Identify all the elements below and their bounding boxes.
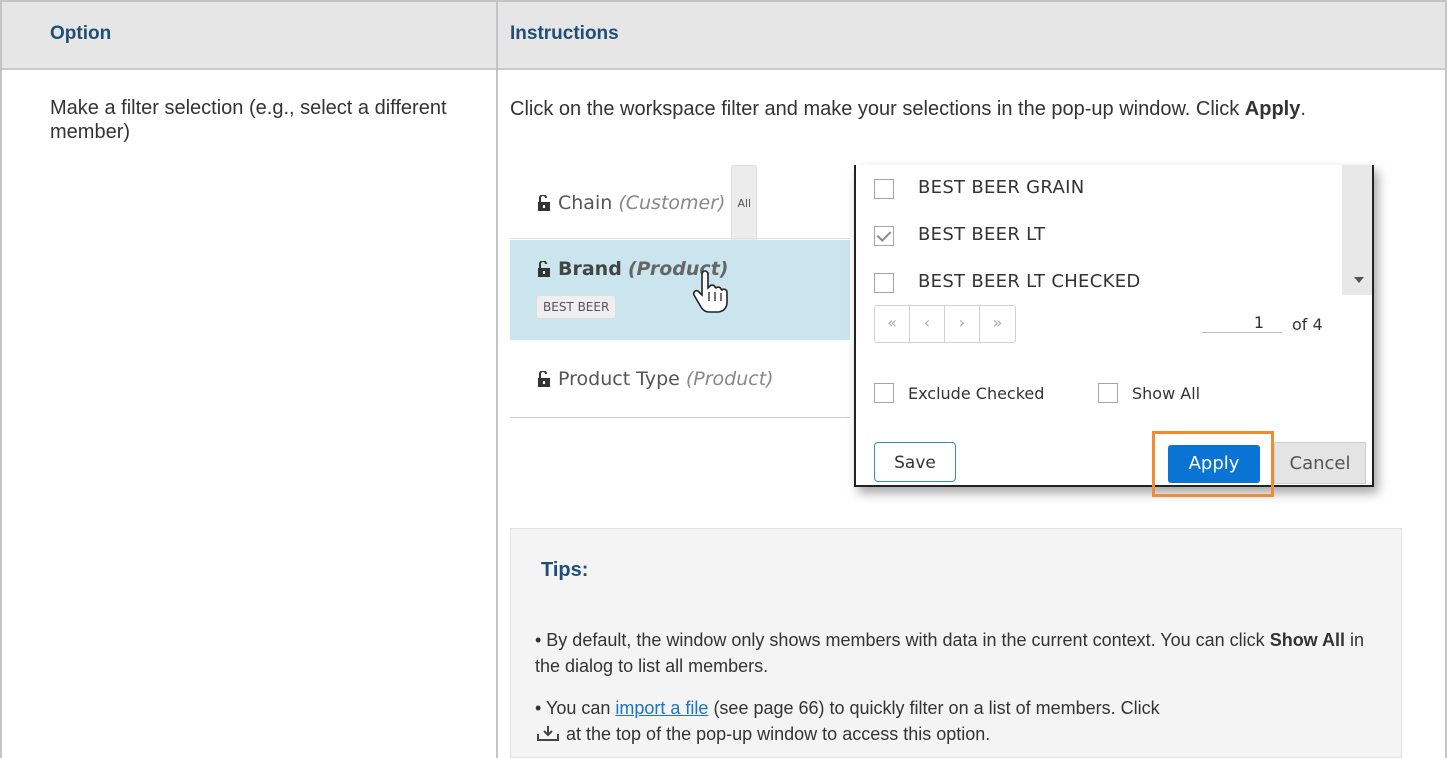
save-button[interactable]: Save (874, 442, 956, 482)
unlock-icon (538, 261, 550, 277)
unlock-icon (538, 371, 550, 387)
instructions-table: Option Instructions Make a filter select… (0, 0, 1447, 758)
filter-list: Chain (Customer) All Brand (Product) BEST… (510, 165, 850, 420)
member-label[interactable]: BEST BEER GRAIN (918, 177, 1085, 198)
page-count: of 4 (1292, 315, 1323, 334)
table-border (0, 0, 1447, 2)
filter-name: Brand (558, 258, 622, 280)
member-label[interactable]: BEST BEER LT (918, 224, 1045, 245)
exclude-checked-label[interactable]: Exclude Checked (908, 384, 1044, 403)
instructions-text-part: . (1300, 98, 1306, 120)
last-page-button[interactable]: » (980, 306, 1015, 342)
cancel-button[interactable]: Cancel (1274, 442, 1366, 484)
filter-item-product-type[interactable]: Product Type (Product) (510, 343, 850, 415)
tips-box: Tips: • By default, the window only show… (510, 528, 1402, 758)
option-cell-text: Make a filter selection (e.g., select a … (50, 97, 447, 143)
row-divider (510, 417, 850, 418)
import-file-link[interactable]: import a file (615, 698, 708, 718)
hand-cursor-icon (692, 270, 728, 313)
member-checkbox[interactable] (874, 226, 894, 246)
filter-name: Product Type (558, 368, 680, 390)
table-border (0, 0, 2, 758)
tip-text: • You can (535, 698, 616, 718)
unlock-icon (538, 195, 550, 211)
tip-text: at the top of the pop-up window to acces… (561, 724, 991, 744)
filter-item-chain[interactable]: Chain (Customer) All (510, 165, 850, 243)
column-divider (496, 0, 498, 758)
member-checkbox[interactable] (874, 179, 894, 199)
filter-screenshot: Chain (Customer) All Brand (Product) BEST… (510, 165, 1390, 515)
apply-highlight-box (1152, 431, 1274, 497)
header-option: Option (50, 23, 112, 44)
tip-bold: Show All (1269, 630, 1346, 650)
page-number-input[interactable]: 1 (1202, 313, 1282, 333)
instructions-bold-apply: Apply (1244, 98, 1301, 120)
filter-badge: BEST BEER (536, 295, 617, 319)
instructions-text-part: Click on the workspace filter and make y… (510, 98, 1245, 120)
tip-import: • You can import a file (see page 66) to… (535, 695, 1385, 747)
tip-show-all: • By default, the window only shows memb… (535, 627, 1385, 679)
exclude-checked-checkbox[interactable] (874, 383, 894, 403)
download-icon (537, 726, 559, 741)
first-page-button[interactable]: « (875, 306, 910, 342)
filter-item-brand[interactable]: Brand (Product) BEST BEER (510, 240, 850, 340)
member-label[interactable]: BEST BEER LT CHECKED (918, 271, 1141, 292)
filter-dimension: (Customer) (618, 192, 726, 214)
filter-dimension: (Product) (685, 368, 774, 390)
tip-text: • By default, the window only shows memb… (535, 630, 1270, 650)
pager: « ‹ › » (874, 305, 1016, 343)
tip-text: (see page 66) to quickly filter on a lis… (708, 698, 1160, 718)
tips-title: Tips: (541, 559, 589, 581)
row-divider (510, 238, 850, 239)
scroll-down-icon[interactable] (1354, 277, 1364, 283)
member-checkbox[interactable] (874, 273, 894, 293)
show-all-label[interactable]: Show All (1132, 384, 1200, 403)
scrollbar[interactable] (1342, 165, 1372, 295)
prev-page-button[interactable]: ‹ (910, 306, 945, 342)
filter-name: Chain (558, 192, 613, 214)
filter-popup: BEST BEER GRAIN BEST BEER LT BEST BEER L… (854, 165, 1374, 497)
filter-badge: All (731, 165, 758, 243)
next-page-button[interactable]: › (945, 306, 980, 342)
table-header: Option Instructions (0, 0, 1447, 70)
instructions-text: Click on the workspace filter and make y… (510, 96, 1390, 122)
header-instructions: Instructions (510, 23, 619, 44)
show-all-checkbox[interactable] (1098, 383, 1118, 403)
